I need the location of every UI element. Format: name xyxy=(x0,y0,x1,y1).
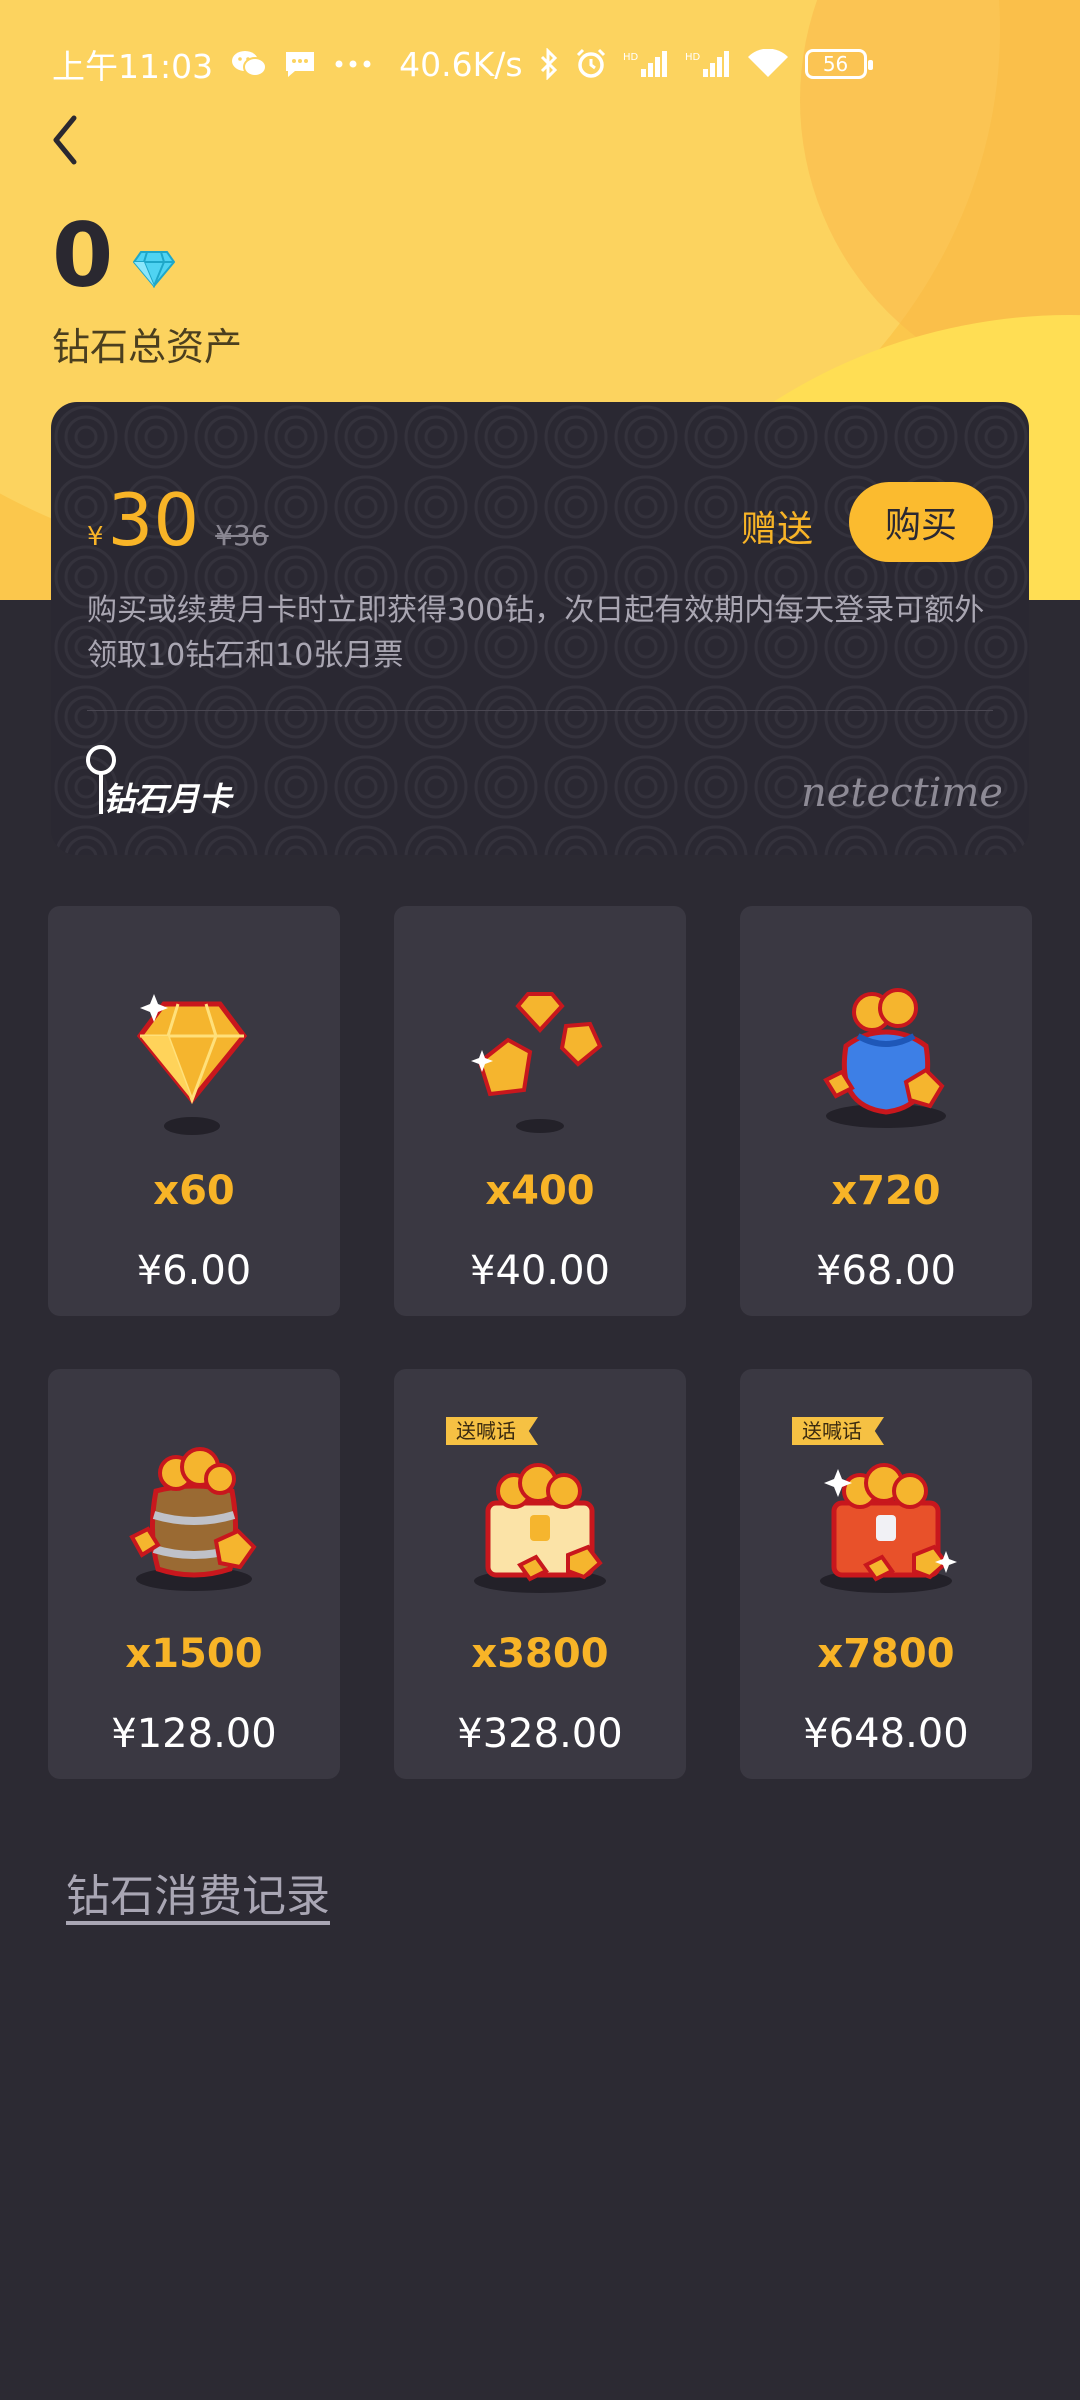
gem-barrel-icon xyxy=(48,1429,340,1609)
status-bar: 上午11:03 40.6K/s HD HD 56 xyxy=(0,36,1080,92)
package-price: ¥68.00 xyxy=(816,1248,956,1294)
battery-level: 56 xyxy=(822,52,849,76)
diamond-icon xyxy=(132,250,176,292)
package-price: ¥328.00 xyxy=(457,1711,623,1757)
package-quantity: x720 xyxy=(831,1168,941,1214)
gem-chest-icon xyxy=(394,1429,686,1609)
wifi-icon xyxy=(747,49,789,79)
alarm-icon xyxy=(575,48,607,80)
buy-button[interactable]: 购买 xyxy=(849,482,993,562)
package-price: ¥648.00 xyxy=(803,1711,969,1757)
card-original-price: ¥36 xyxy=(215,519,269,552)
monthly-card: ¥ 30 ¥36 赠送 购买 购买或续费月卡时立即获得300钻，次日起有效期内每… xyxy=(51,402,1029,855)
package-quantity: x60 xyxy=(153,1168,235,1214)
svg-text:HD: HD xyxy=(685,52,701,63)
card-price-value: 30 xyxy=(107,478,200,562)
card-description: 购买或续费月卡时立即获得300钻，次日起有效期内每天登录可额外领取10钻石和10… xyxy=(87,593,985,673)
card-logo-text: 钻石月卡 xyxy=(103,780,234,818)
network-speed: 40.6K/s xyxy=(399,44,523,84)
bluetooth-icon xyxy=(539,48,559,80)
package-card[interactable]: x1500 ¥128.00 xyxy=(48,1369,340,1779)
package-card[interactable]: x60 ¥6.00 xyxy=(48,906,340,1316)
package-price: ¥128.00 xyxy=(111,1711,277,1757)
more-dots-icon xyxy=(333,59,373,69)
hd-signal-icon: HD xyxy=(685,49,731,79)
package-price: ¥40.00 xyxy=(470,1248,610,1294)
package-quantity: x400 xyxy=(485,1168,595,1214)
package-quantity: x7800 xyxy=(817,1631,955,1677)
diamond-monthly-card-logo: 钻石月卡 xyxy=(85,742,245,826)
package-quantity: x1500 xyxy=(125,1631,263,1677)
package-card[interactable]: 送喊话 x3800 ¥328.00 xyxy=(394,1369,686,1779)
gem-cluster-icon xyxy=(394,966,686,1146)
signature-logo: netectime xyxy=(801,762,1003,826)
wechat-icon xyxy=(231,49,268,79)
balance-value: 0 xyxy=(52,204,114,307)
back-button[interactable] xyxy=(44,108,94,172)
package-card[interactable]: x720 ¥68.00 xyxy=(740,906,1032,1316)
gem-bag-icon xyxy=(740,966,1032,1146)
package-card[interactable]: x400 ¥40.00 xyxy=(394,906,686,1316)
package-price: ¥6.00 xyxy=(136,1248,252,1294)
card-divider xyxy=(87,710,993,711)
signature-text: netectime xyxy=(801,770,1001,816)
status-time: 上午11:03 xyxy=(52,47,214,86)
diamond-store-page: 上午11:03 40.6K/s HD HD 56 0 钻石总资产 ¥ 30 ¥3… xyxy=(0,0,1080,2400)
package-card[interactable]: 送喊话 x7800 ¥648.00 xyxy=(740,1369,1032,1779)
diamond-consumption-record-link[interactable]: 钻石消费记录 xyxy=(66,1860,330,1924)
balance-label: 钻石总资产 xyxy=(52,325,243,369)
message-icon xyxy=(283,49,317,79)
single-gem-icon xyxy=(48,966,340,1146)
gift-button[interactable]: 赠送 xyxy=(741,500,813,552)
currency-symbol: ¥ xyxy=(87,522,104,552)
package-quantity: x3800 xyxy=(471,1631,609,1677)
battery-icon: 56 xyxy=(804,49,873,79)
hd-signal-icon: HD xyxy=(623,49,669,79)
diamond-balance: 0 xyxy=(52,204,176,307)
svg-text:HD: HD xyxy=(623,52,639,63)
card-price: ¥ 30 ¥36 xyxy=(87,484,269,556)
chevron-left-icon xyxy=(44,115,94,176)
gem-red-chest-icon xyxy=(740,1429,1032,1609)
